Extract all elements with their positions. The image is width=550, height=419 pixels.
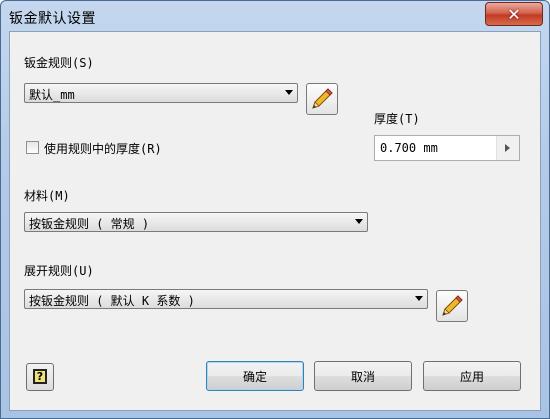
title-bar[interactable]: 钣金默认设置 ✕: [1, 1, 549, 31]
use-rule-thickness-label: 使用规则中的厚度(R): [44, 142, 162, 156]
window-title: 钣金默认设置: [9, 11, 96, 27]
thickness-spin-button[interactable]: [496, 136, 519, 160]
pencil-icon: [442, 295, 463, 316]
unfold-rule-select[interactable]: 按钣金规则 ( 默认 K 系数 ): [24, 289, 428, 309]
edit-unfold-rule-button[interactable]: [436, 290, 468, 322]
help-icon: ?: [33, 369, 47, 384]
thickness-input[interactable]: 0.700 mm: [374, 135, 520, 161]
chevron-down-icon: [355, 219, 363, 224]
sheet-metal-rule-label: 钣金规则(S): [24, 56, 94, 70]
close-button[interactable]: ✕: [485, 2, 543, 26]
material-label: 材料(M): [24, 189, 70, 203]
dialog-window: 钣金默认设置 ✕ 钣金规则(S) 默认_mm 厚度(T) 0.700 mm 使用…: [0, 0, 550, 419]
chevron-down-icon: [285, 90, 293, 95]
ok-button[interactable]: 确定: [206, 361, 304, 391]
apply-button[interactable]: 应用: [423, 361, 521, 391]
material-value: 按钣金规则 ( 常规 ): [29, 217, 150, 231]
edit-sheet-metal-rule-button[interactable]: [306, 83, 338, 115]
thickness-value: 0.700 mm: [380, 141, 438, 155]
unfold-rule-label: 展开规则(U): [24, 264, 94, 278]
material-select[interactable]: 按钣金规则 ( 常规 ): [24, 212, 368, 232]
use-rule-thickness-checkbox[interactable]: [26, 141, 39, 154]
pencil-icon: [312, 88, 333, 109]
cancel-button[interactable]: 取消: [314, 361, 412, 391]
dialog-body: 钣金规则(S) 默认_mm 厚度(T) 0.700 mm 使用规则中的厚度(R)…: [9, 31, 541, 411]
thickness-label: 厚度(T): [374, 112, 420, 126]
chevron-down-icon: [415, 296, 423, 301]
chevron-right-icon: [505, 144, 510, 152]
close-icon: ✕: [507, 4, 521, 24]
help-button[interactable]: ?: [26, 363, 54, 391]
sheet-metal-rule-value: 默认_mm: [29, 88, 75, 102]
sheet-metal-rule-select[interactable]: 默认_mm: [24, 83, 298, 103]
unfold-rule-value: 按钣金规则 ( 默认 K 系数 ): [29, 294, 195, 308]
